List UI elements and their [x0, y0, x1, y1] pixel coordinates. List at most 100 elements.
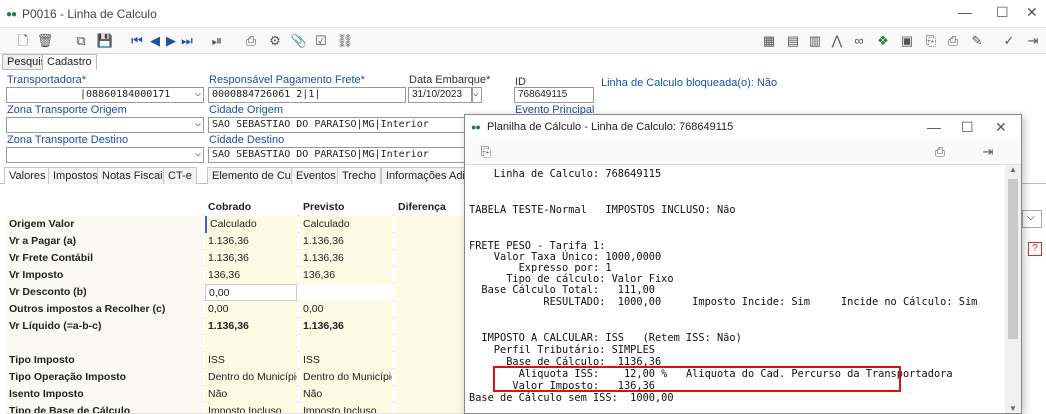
zona-destino-field[interactable]: ⌵ — [6, 147, 204, 163]
cobrado-cell[interactable]: 1.136,36 — [205, 250, 297, 267]
help-icon[interactable]: ? — [1028, 242, 1042, 256]
diferenca-cell[interactable] — [395, 318, 466, 335]
previsto-cell[interactable]: Imposto Incluso — [300, 403, 392, 413]
responsavel-field[interactable]: 0000884726061 2|1| — [208, 87, 406, 103]
table-refresh-icon[interactable]: ▣ — [898, 32, 916, 50]
maximize-button[interactable]: ☐ — [996, 4, 1009, 21]
cobrado-cell[interactable]: Dentro do Município — [205, 369, 297, 386]
cidade-destino-value: SAO SEBASTIAO DO PARAISO|MG|Interior — [212, 149, 429, 160]
scroll-up-icon[interactable]: ▲ — [1009, 165, 1017, 174]
cobrado-cell[interactable]: 136,36 — [205, 267, 297, 284]
cidade-origem-field[interactable]: SAO SEBASTIAO DO PARAISO|MG|Interior — [208, 117, 466, 133]
previsto-cell[interactable]: ISS — [300, 352, 392, 369]
diferenca-cell[interactable] — [395, 250, 466, 267]
first-record-icon[interactable]: ⏮ — [128, 32, 146, 50]
delete-icon[interactable]: 🗑 — [36, 32, 54, 50]
scroll-down-icon[interactable]: ▼ — [1009, 404, 1017, 413]
confirm-icon[interactable]: ✓ — [1000, 32, 1018, 50]
close-button[interactable]: ✕ — [1026, 4, 1038, 21]
settings-icon[interactable]: ⚙ — [266, 32, 284, 50]
chart-icon[interactable]: ⋀ — [828, 32, 846, 50]
tab-valores[interactable]: Valores — [4, 167, 51, 184]
diferenca-cell[interactable] — [395, 352, 466, 369]
exit-icon[interactable]: ⇥ — [1024, 32, 1042, 50]
calculator-icon[interactable]: ▦ — [760, 32, 778, 50]
id-field[interactable]: 768649115 — [514, 87, 594, 103]
cobrado-cell[interactable]: Calculado — [205, 216, 297, 233]
bloqueada-status: Linha de Calculo bloqueada(o): Não — [601, 77, 778, 89]
cobrado-cell[interactable]: ISS — [205, 352, 297, 369]
row-label: Origem Valor — [6, 216, 203, 233]
previsto-cell[interactable]: Calculado — [300, 216, 392, 233]
tab-informacoes-adicionais[interactable]: Informações Adiciona — [381, 167, 467, 184]
diferenca-cell[interactable] — [395, 369, 466, 386]
tree-icon[interactable]: ❖ — [874, 32, 892, 50]
tab-eventos[interactable]: Eventos — [291, 167, 341, 184]
modal-scrollbar[interactable]: ▲ ▼ — [1005, 165, 1021, 413]
previsto-cell[interactable] — [300, 335, 392, 352]
link-icon[interactable]: ⛓ — [336, 32, 354, 50]
chevron-down-icon[interactable]: ⌵ — [195, 88, 201, 99]
tab-notas-fiscais[interactable]: Notas Fiscais — [97, 167, 174, 184]
cidade-destino-field[interactable]: SAO SEBASTIAO DO PARAISO|MG|Interior — [208, 147, 466, 163]
copy-icon[interactable]: ⧉ — [72, 32, 90, 50]
tab-cadastro[interactable]: Cadastro — [42, 54, 97, 70]
chevron-down-icon[interactable]: ⌵ — [195, 148, 201, 159]
cobrado-cell[interactable]: 0,00 — [205, 284, 297, 301]
previsto-cell[interactable]: 1.136,36 — [300, 250, 392, 267]
save-icon[interactable]: 💾 — [96, 32, 114, 50]
previsto-cell[interactable] — [300, 284, 392, 301]
diferenca-cell[interactable] — [395, 335, 466, 352]
exit-icon[interactable]: ⇥ — [979, 143, 997, 161]
diferenca-cell[interactable] — [395, 216, 466, 233]
modal-maximize-button[interactable]: ☐ — [961, 119, 974, 136]
cobrado-cell[interactable]: 1.136,36 — [205, 233, 297, 250]
chain-icon[interactable]: ∞ — [850, 32, 868, 50]
scrollbar-thumb[interactable] — [1008, 179, 1018, 339]
check-icon[interactable]: ☑ — [312, 32, 330, 50]
zona-origem-field[interactable]: ⌵ — [6, 117, 204, 133]
sign-icon[interactable]: ✎ — [968, 32, 986, 50]
modal-minimize-button[interactable]: — — [927, 119, 941, 135]
spreadsheet-icon[interactable]: ▤ — [784, 32, 802, 50]
data-embarque-field[interactable]: 31/10/2023 — [408, 87, 472, 103]
previsto-cell[interactable]: 1.136,36 — [300, 318, 392, 335]
diferenca-cell[interactable] — [395, 233, 466, 250]
new-document-icon[interactable]: 🗋 — [14, 32, 32, 50]
modal-toolbar: ⎘ ⎙ ⇥ — [465, 139, 1021, 165]
transportadora-field[interactable]: |08860184000171 ⌵ — [6, 87, 204, 103]
diferenca-cell[interactable] — [395, 284, 466, 301]
cobrado-cell[interactable]: Imposto Incluso — [205, 403, 297, 413]
tab-trecho[interactable]: Trecho — [337, 167, 381, 184]
diferenca-cell[interactable] — [395, 403, 466, 413]
cobrado-cell[interactable]: 0,00 — [205, 301, 297, 318]
document-export-icon[interactable]: ⎘ — [922, 32, 940, 50]
last-record-icon[interactable]: ⏭ — [178, 32, 196, 50]
chevron-down-icon[interactable]: ⌵ — [195, 118, 201, 129]
diferenca-cell[interactable] — [395, 301, 466, 318]
attach-icon[interactable]: 📎 — [290, 32, 308, 50]
diferenca-cell[interactable] — [395, 386, 466, 403]
diferenca-cell[interactable] — [395, 267, 466, 284]
previsto-cell[interactable]: 136,36 — [300, 267, 392, 284]
print-export-icon[interactable]: ⎙ — [944, 32, 962, 50]
execute-icon[interactable]: ⏯ — [208, 32, 226, 50]
date-picker-button[interactable]: ⌵ — [472, 87, 482, 103]
previsto-cell[interactable]: 0,00 — [300, 301, 392, 318]
tab-cte[interactable]: CT-e — [163, 167, 197, 184]
cobrado-cell[interactable]: Não — [205, 386, 297, 403]
previsto-cell[interactable]: Dentro do Município — [300, 369, 392, 386]
export-document-icon[interactable]: ⎘ — [477, 143, 495, 161]
previsto-cell[interactable]: Não — [300, 386, 392, 403]
cobrado-cell[interactable]: 1.136,36 — [205, 318, 297, 335]
modal-close-button[interactable]: ✕ — [995, 119, 1007, 136]
side-combo[interactable]: ⌵ — [1022, 210, 1042, 228]
minimize-button[interactable]: — — [958, 4, 972, 20]
previsto-cell[interactable]: 1.136,36 — [300, 233, 392, 250]
columns-icon[interactable]: ▥ — [806, 32, 824, 50]
cobrado-cell[interactable] — [205, 335, 297, 352]
id-value: 768649115 — [518, 89, 568, 100]
print-icon[interactable]: ⎙ — [242, 32, 260, 50]
tab-impostos[interactable]: Impostos — [48, 167, 103, 184]
print-icon[interactable]: ⎙ — [931, 143, 949, 161]
